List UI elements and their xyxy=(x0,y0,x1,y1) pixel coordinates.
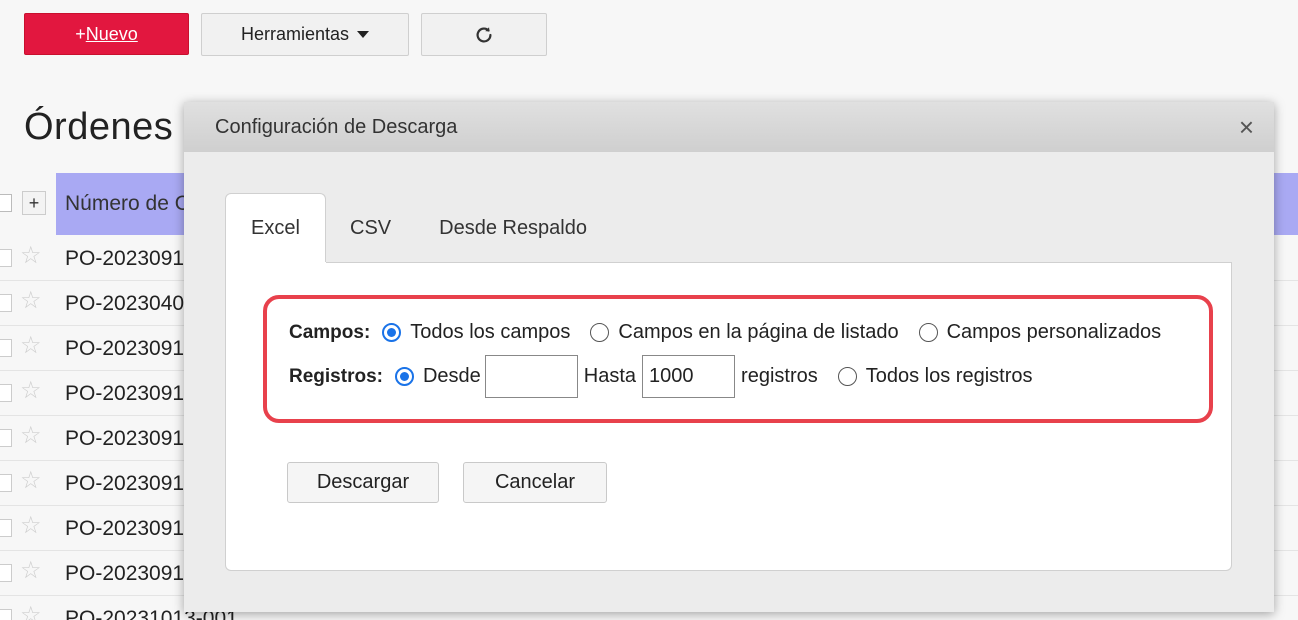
records-row: Registros: Desde Hasta registros Todos l… xyxy=(289,355,1052,398)
dialog-title: Configuración de Descarga xyxy=(215,115,458,138)
tools-label: Herramientas xyxy=(240,24,350,44)
tab-csv[interactable]: CSV xyxy=(326,193,415,263)
dialog-header: Configuración de Descarga × xyxy=(184,102,1274,152)
download-settings-dialog: Configuración de Descarga × Excel CSV De… xyxy=(184,102,1274,612)
row-checkbox[interactable] xyxy=(0,249,12,267)
star-icon[interactable]: ☆ xyxy=(20,514,42,538)
radio-label: Desde xyxy=(422,365,481,387)
row-checkbox[interactable] xyxy=(0,294,12,312)
fields-row: Campos: Todos los campos Campos en la pá… xyxy=(289,321,1181,344)
radio-selected-icon[interactable] xyxy=(394,367,414,386)
format-tabs: Excel CSV Desde Respaldo xyxy=(225,193,611,263)
radio-label: Todos los campos xyxy=(410,321,571,343)
page-title: Órdenes xyxy=(24,106,174,148)
row-checkbox[interactable] xyxy=(0,474,12,492)
order-number[interactable]: PO-2023091 xyxy=(65,562,184,586)
radio-label: Campos personalizados xyxy=(946,321,1162,343)
add-column-button[interactable]: + xyxy=(22,191,46,215)
fields-label: Campos: xyxy=(289,321,371,343)
radio-listing-fields[interactable]: Campos en la página de listado xyxy=(590,321,899,344)
records-to-label: Hasta xyxy=(583,365,637,387)
row-checkbox[interactable] xyxy=(0,429,12,447)
cancel-button[interactable]: Cancelar xyxy=(463,462,607,503)
radio-all-fields[interactable]: Todos los campos xyxy=(382,321,570,344)
order-number[interactable]: PO-2023091 xyxy=(65,337,184,361)
records-unit-label: registros xyxy=(741,365,818,387)
order-number[interactable]: PO-2023091 xyxy=(65,517,184,541)
order-number[interactable]: PO-2023091 xyxy=(65,472,184,496)
star-icon[interactable]: ☆ xyxy=(20,379,42,403)
close-icon[interactable]: × xyxy=(1239,114,1254,140)
star-icon[interactable]: ☆ xyxy=(20,424,42,448)
tab-excel[interactable]: Excel xyxy=(225,193,326,263)
radio-icon[interactable] xyxy=(837,367,857,386)
radio-selected-icon[interactable] xyxy=(382,323,402,342)
radio-icon[interactable] xyxy=(590,323,610,342)
radio-custom-fields[interactable]: Campos personalizados xyxy=(918,321,1162,344)
caret-down-icon xyxy=(357,31,370,38)
row-checkbox[interactable] xyxy=(0,339,12,357)
order-number[interactable]: PO-2023091 xyxy=(65,382,184,406)
star-icon[interactable]: ☆ xyxy=(20,559,42,583)
records-label: Registros: xyxy=(289,365,383,387)
tab-label: Excel xyxy=(251,217,300,239)
cancel-label: Cancelar xyxy=(494,471,576,493)
new-button-prefix: + xyxy=(75,23,86,44)
radio-icon[interactable] xyxy=(918,323,938,342)
new-button-label: Nuevo xyxy=(85,23,138,44)
tab-label: CSV xyxy=(350,216,392,239)
new-button[interactable]: + Nuevo xyxy=(24,13,189,55)
dialog-actions: Descargar Cancelar xyxy=(287,462,607,503)
excel-tab-panel: Campos: Todos los campos Campos en la pá… xyxy=(225,262,1232,571)
row-checkbox[interactable] xyxy=(0,384,12,402)
row-checkbox[interactable] xyxy=(0,609,12,620)
radio-all-records[interactable]: Todos los registros xyxy=(837,365,1033,388)
star-icon[interactable]: ☆ xyxy=(20,334,42,358)
tools-dropdown-button[interactable]: Herramientas xyxy=(201,13,409,56)
tab-label: Desde Respaldo xyxy=(439,216,587,239)
star-icon[interactable]: ☆ xyxy=(20,289,42,313)
star-icon[interactable]: ☆ xyxy=(20,604,42,620)
records-from-input[interactable] xyxy=(484,355,578,398)
refresh-icon xyxy=(476,26,492,43)
download-button[interactable]: Descargar xyxy=(287,462,439,503)
radio-records-range[interactable]: Desde xyxy=(394,365,481,388)
star-icon[interactable]: ☆ xyxy=(20,469,42,493)
column-header-label: Número de O xyxy=(65,192,192,215)
radio-label: Todos los registros xyxy=(865,365,1033,387)
select-all-checkbox[interactable] xyxy=(0,194,12,212)
radio-label: Campos en la página de listado xyxy=(618,321,899,343)
star-icon[interactable]: ☆ xyxy=(20,244,42,268)
row-checkbox[interactable] xyxy=(0,564,12,582)
order-number[interactable]: PO-2023091 xyxy=(65,247,184,271)
order-number[interactable]: PO-2023091 xyxy=(65,427,184,451)
download-label: Descargar xyxy=(316,471,410,493)
order-number[interactable]: PO-2023040 xyxy=(65,292,184,316)
toolbar: + Nuevo Herramientas xyxy=(24,13,547,56)
row-checkbox[interactable] xyxy=(0,519,12,537)
tab-backup[interactable]: Desde Respaldo xyxy=(415,193,611,263)
refresh-button[interactable] xyxy=(421,13,547,56)
records-to-input[interactable] xyxy=(642,355,736,398)
